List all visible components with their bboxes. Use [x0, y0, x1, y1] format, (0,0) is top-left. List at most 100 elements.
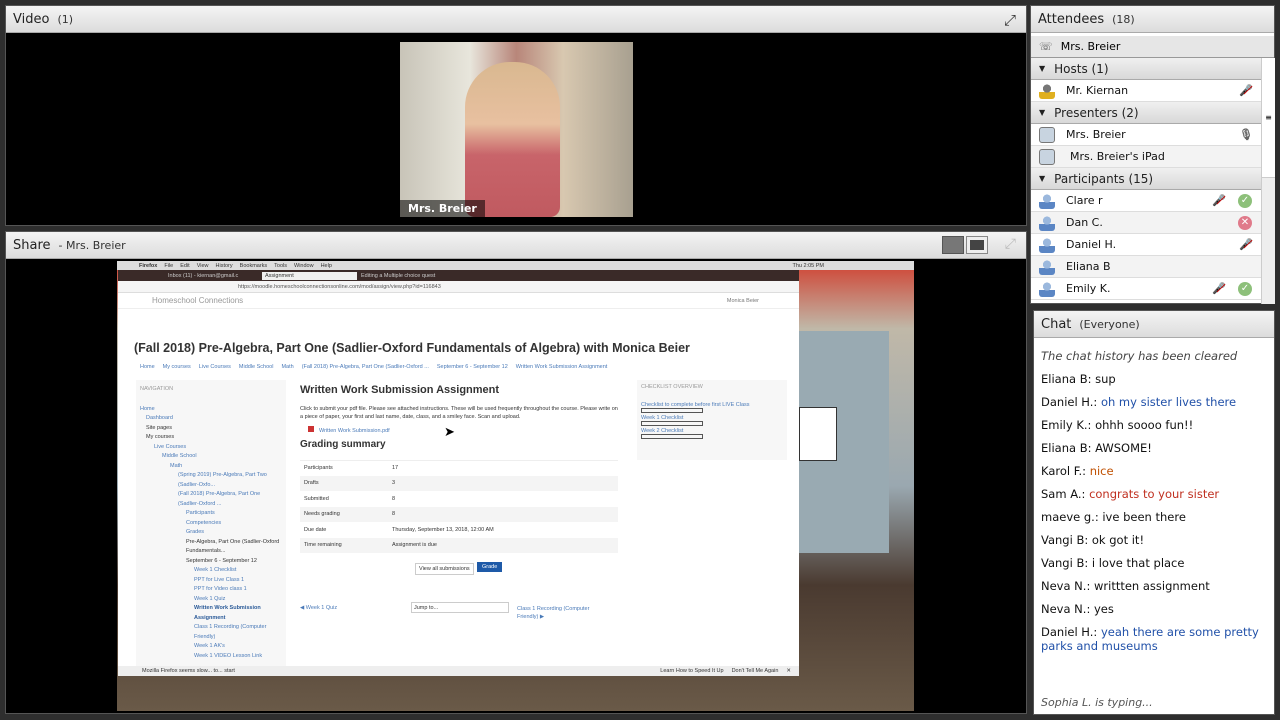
menu-file[interactable]: File	[164, 263, 173, 269]
video-pod-header: Video (1) ⤢	[6, 6, 1026, 33]
group-hosts[interactable]: ▼ Hosts (1)	[1031, 58, 1261, 80]
nav-item[interactable]: My courses	[140, 433, 282, 443]
nav-item[interactable]: Pre-Algebra, Part One (Sadlier-Oxford Fu…	[140, 538, 282, 557]
checklist-link[interactable]: Checklist to complete before first LIVE …	[641, 402, 783, 408]
fullscreen-icon[interactable]: ⤢	[1004, 11, 1016, 29]
nav-item[interactable]: Competencies	[140, 519, 282, 529]
attendees-count: (18)	[1112, 12, 1135, 26]
crumb[interactable]: (Fall 2018) Pre-Algebra, Part One (Sadli…	[302, 364, 429, 370]
grading-row: Needs grading 8	[300, 506, 618, 522]
crumb[interactable]: Math	[281, 364, 293, 370]
group-presenters[interactable]: ▼ Presenters (2)	[1031, 102, 1261, 124]
video-person	[465, 62, 560, 217]
message-text: AWSOME!	[1095, 441, 1152, 455]
attendees-title: Attendees	[1038, 11, 1105, 27]
speed-up-button[interactable]: Learn How to Speed It Up	[660, 668, 723, 674]
fit-width-button[interactable]	[942, 236, 964, 254]
chat-message: Eliana B: sup	[1041, 372, 1268, 386]
dont-tell-button[interactable]: Don't Tell Me Again	[732, 668, 779, 674]
tab-editing[interactable]: Editing a Multiple choice quest	[361, 273, 451, 279]
menu-help[interactable]: Help	[321, 263, 332, 269]
grade-button[interactable]: Grade	[477, 562, 503, 572]
nav-item[interactable]: Week 1 AK's	[140, 642, 282, 652]
jump-to-value: Jump to...	[414, 605, 439, 611]
checklist-link[interactable]: Week 2 Checklist	[641, 428, 783, 434]
menu-view[interactable]: View	[197, 263, 209, 269]
jump-to-select[interactable]: Jump to...	[411, 602, 509, 613]
nav-item[interactable]: Live Courses	[140, 443, 282, 453]
disagree-icon: ✕	[1238, 216, 1252, 230]
site-name[interactable]: Homeschool Connections	[152, 296, 243, 305]
collapse-icon[interactable]: ▼	[1039, 174, 1045, 183]
attendee-row[interactable]: Mrs. Breier's iPad	[1031, 146, 1261, 168]
crumb[interactable]: September 6 - September 12	[437, 364, 508, 370]
message-text: oh my sister lives there	[1100, 395, 1237, 409]
message-text: sup	[1095, 372, 1116, 386]
crumb[interactable]: My courses	[163, 364, 191, 370]
crumb[interactable]: Written Work Submission Assignment	[516, 364, 608, 370]
attendee-row[interactable]: Eliana B	[1031, 256, 1261, 278]
collapse-icon[interactable]: ▼	[1039, 64, 1045, 73]
nav-item[interactable]: Week 1 VIDEO Lesson Link	[140, 652, 282, 662]
menu-bookmarks[interactable]: Bookmarks	[240, 263, 268, 269]
attendees-scrollbar[interactable]: ≡	[1261, 58, 1275, 304]
notice-text: Mozilla Firefox seems slow... to... star…	[142, 668, 235, 674]
checklist-title: CHECKLIST OVERVIEW	[641, 384, 703, 390]
menu-bar: Firefox File Edit View History Bookmarks…	[117, 261, 914, 270]
attachment-name[interactable]: Written Work Submission.pdf	[319, 428, 390, 434]
nav-item[interactable]: Week 1 Quiz	[140, 595, 282, 605]
attachment-link[interactable]: Written Work Submission.pdf	[308, 426, 390, 434]
prev-activity-link[interactable]: ◀ Week 1 Quiz	[300, 605, 337, 611]
tab-inbox[interactable]: Inbox (11) - kiernan@gmail.c	[168, 273, 258, 279]
menu-firefox[interactable]: Firefox	[139, 263, 157, 269]
nav-item[interactable]: Grades	[140, 528, 282, 538]
crumb[interactable]: Live Courses	[199, 364, 231, 370]
group-participants[interactable]: ▼ Participants (15)	[1031, 168, 1261, 190]
nav-item[interactable]: PPT for Live Class 1	[140, 576, 282, 586]
nav-item[interactable]: Class 1 Recording (Computer Friendly)	[140, 623, 282, 642]
tab-assignment[interactable]: Assignment	[262, 271, 357, 280]
attendee-row[interactable]: Clare r 🎤̸ ✓	[1031, 190, 1261, 212]
url-text[interactable]: https://moodle.homeschoolconnectionsonli…	[238, 284, 441, 290]
attendee-row[interactable]: Emily K. 🎤̸ ✓	[1031, 278, 1261, 300]
url-bar[interactable]: https://moodle.homeschoolconnectionsonli…	[118, 281, 799, 293]
nav-item[interactable]: (Fall 2018) Pre-Algebra, Part One (Sadli…	[140, 490, 282, 509]
user-menu[interactable]: Monica Beier	[727, 298, 759, 304]
chat-message: Karol F.: nice	[1041, 464, 1268, 478]
attendee-row[interactable]: Daniel H. 🎤̸	[1031, 234, 1261, 256]
nav-item[interactable]: Week 1 Checklist	[140, 566, 282, 576]
crumb[interactable]: Middle School	[239, 364, 274, 370]
next-activity-link[interactable]: Class 1 Recording (Computer Friendly) ▶	[517, 605, 602, 621]
menu-history[interactable]: History	[216, 263, 233, 269]
attendee-row[interactable]: Mrs. Breier 🎙	[1031, 124, 1261, 146]
background-app	[799, 331, 889, 553]
fullscreen-icon[interactable]: ⤢	[1005, 236, 1016, 252]
actual-size-button[interactable]	[966, 236, 988, 254]
close-icon[interactable]: ✕	[786, 668, 791, 674]
grading-title: Grading summary	[300, 439, 386, 450]
chat-scope[interactable]: (Everyone)	[1079, 318, 1139, 331]
nav-item[interactable]: PPT for Video class 1	[140, 585, 282, 595]
nav-item[interactable]: Participants	[140, 509, 282, 519]
user-icon	[1039, 192, 1055, 209]
nav-item[interactable]: September 6 - September 12	[140, 557, 282, 567]
grading-label: Submitted	[304, 495, 329, 502]
menu-window[interactable]: Window	[294, 263, 314, 269]
view-all-submissions-button[interactable]: View all submissions	[415, 563, 474, 575]
checklist-link[interactable]: Week 1 Checklist	[641, 415, 783, 421]
menu-tools[interactable]: Tools	[274, 263, 287, 269]
attendee-row[interactable]: Dan C. ✕	[1031, 212, 1261, 234]
nav-item[interactable]: Home	[140, 405, 282, 415]
my-status-row[interactable]: ☏ Mrs. Breier	[1031, 36, 1274, 58]
menu-edit[interactable]: Edit	[180, 263, 189, 269]
nav-item-current[interactable]: Written Work Submission Assignment	[140, 604, 282, 623]
nav-item[interactable]: Site pages	[140, 424, 282, 434]
attendee-row[interactable]: Mr. Kiernan 🎤̸	[1031, 80, 1261, 102]
attendee-name: Dan C.	[1066, 216, 1103, 229]
nav-item[interactable]: Dashboard	[140, 414, 282, 424]
crumb[interactable]: Home	[140, 364, 155, 370]
nav-item[interactable]: (Spring 2019) Pre-Algebra, Part Two (Sad…	[140, 471, 282, 490]
nav-item[interactable]: Middle School	[140, 452, 282, 462]
nav-item[interactable]: Math	[140, 462, 282, 472]
collapse-icon[interactable]: ▼	[1039, 108, 1045, 117]
